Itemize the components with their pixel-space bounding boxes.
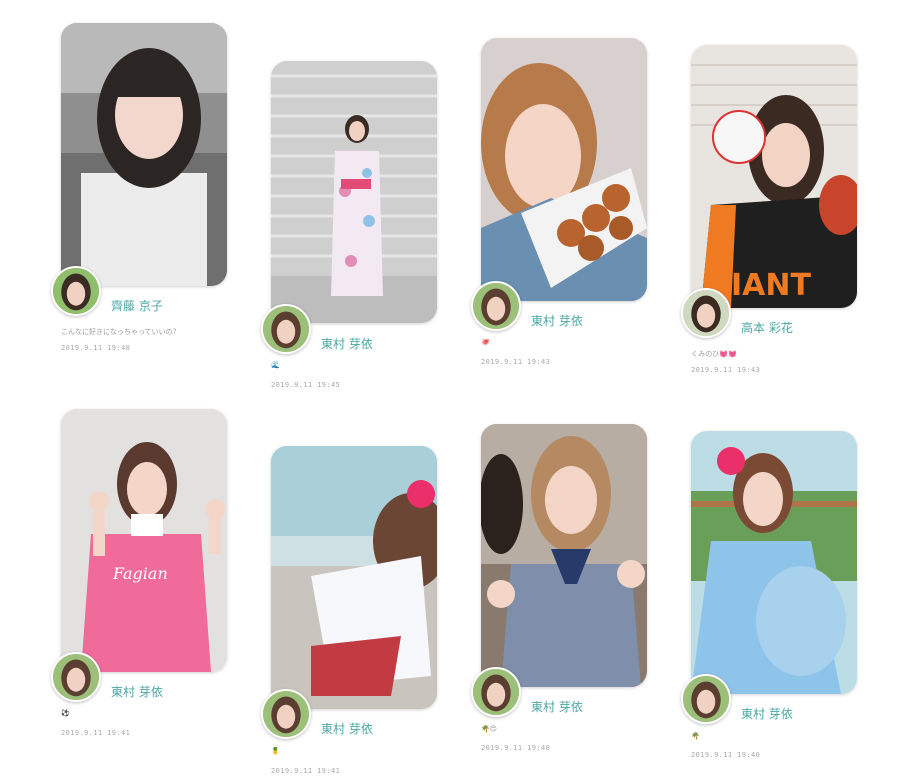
post-photo[interactable]	[691, 431, 857, 694]
post-photo[interactable]	[271, 61, 437, 323]
post-timestamp: 2019.9.11 19:45	[271, 381, 341, 389]
post-caption: こんなに好きになっちゃっていいの？	[61, 328, 180, 336]
post-timestamp: 2019.9.11 19:48	[61, 344, 131, 352]
post-timestamp: 2019.9.11 19:43	[481, 358, 551, 366]
author-avatar[interactable]	[681, 674, 731, 724]
post-caption: 🌴😊	[481, 725, 498, 733]
author-avatar[interactable]	[471, 281, 521, 331]
post-caption: 🌊	[271, 361, 280, 369]
author-name[interactable]: 東村 芽依	[741, 705, 793, 722]
post-timestamp: 2019.9.11 19:41	[61, 729, 131, 737]
post-caption: 🐙	[481, 338, 490, 346]
post-timestamp: 2019.9.11 19:40	[481, 744, 551, 752]
author-avatar[interactable]	[51, 266, 101, 316]
author-avatar[interactable]	[261, 304, 311, 354]
post-photo[interactable]	[271, 446, 437, 709]
post-card[interactable]: 東村 芽依 🍍 2019.9.11 19:41	[261, 446, 437, 780]
author-name[interactable]: 東村 芽依	[531, 312, 583, 329]
author-avatar[interactable]	[261, 689, 311, 739]
post-caption: 🍍	[271, 747, 280, 755]
author-name[interactable]: 東村 芽依	[111, 683, 163, 700]
author-avatar[interactable]	[471, 667, 521, 717]
post-timestamp: 2019.9.11 19:40	[691, 751, 761, 759]
post-photo[interactable]	[481, 424, 647, 687]
post-card[interactable]: IANT 高本 彩花 くみのひ💓💓 2019.9.11 19:43	[681, 45, 857, 380]
post-caption: くみのひ💓💓	[691, 350, 737, 358]
post-card[interactable]: 東村 芽依 🌴😊 2019.9.11 19:40	[471, 424, 647, 759]
post-caption: ⚽	[61, 709, 70, 717]
post-card[interactable]: 齊藤 京子 こんなに好きになっちゃっていいの？ 2019.9.11 19:48	[51, 23, 227, 363]
author-name[interactable]: 東村 芽依	[321, 335, 373, 352]
post-timestamp: 2019.9.11 19:43	[691, 366, 761, 374]
post-photo[interactable]	[481, 38, 647, 301]
author-name[interactable]: 東村 芽依	[531, 698, 583, 715]
author-name[interactable]: 高本 彩花	[741, 319, 793, 336]
post-timestamp: 2019.9.11 19:41	[271, 767, 341, 775]
svg-text:Fagian: Fagian	[112, 564, 168, 583]
post-card[interactable]: 東村 芽依 🌴 2019.9.11 19:40	[681, 431, 857, 766]
post-photo[interactable]	[61, 23, 227, 286]
post-caption: 🌴	[691, 732, 700, 740]
post-photo[interactable]: Fagian	[61, 409, 227, 672]
author-name[interactable]: 齊藤 京子	[111, 297, 163, 314]
author-avatar[interactable]	[51, 652, 101, 702]
post-card[interactable]: 東村 芽依 🌊 2019.9.11 19:45	[261, 61, 437, 391]
author-avatar[interactable]	[681, 288, 731, 338]
svg-text:IANT: IANT	[731, 268, 811, 303]
post-photo[interactable]: IANT	[691, 45, 857, 308]
post-card[interactable]: 東村 芽依 🐙 2019.9.11 19:43	[471, 38, 647, 368]
author-name[interactable]: 東村 芽依	[321, 720, 373, 737]
post-card[interactable]: Fagian 東村 芽依 ⚽ 2019.9.11 19:41	[51, 409, 227, 744]
